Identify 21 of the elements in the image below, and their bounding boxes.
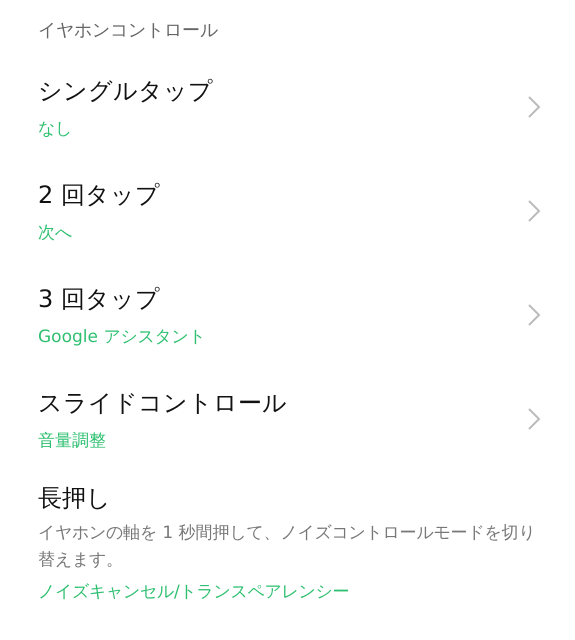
chevron-right-icon (527, 199, 541, 223)
row-title: シングルタップ (38, 76, 214, 106)
row-value: Google アシスタント (38, 326, 206, 348)
settings-row[interactable]: 長押し イヤホンの軸を 1 秒間押して、ノイズコントロールモードを切り替えます。 ノイズキャンセル/トランスペアレンシー (0, 462, 575, 604)
row-value: なし (38, 118, 73, 140)
row-title: 長押し (38, 483, 112, 514)
chevron-right-icon (527, 303, 541, 327)
settings-row[interactable]: 3 回タップ Google アシスタント (0, 254, 575, 358)
section-header: イヤホンコントロール (37, 19, 219, 43)
row-description: イヤホンの軸を 1 秒間押して、ノイズコントロールモードを切り替えます。 (38, 522, 537, 572)
settings-row[interactable]: シングルタップ なし (0, 46, 575, 150)
row-value: 次へ (38, 222, 73, 244)
row-title: 2 回タップ (38, 180, 161, 210)
row-value: 音量調整 (38, 430, 107, 452)
row-value: ノイズキャンセル/トランスペアレンシー (38, 581, 351, 604)
chevron-right-icon (527, 407, 541, 431)
chevron-right-icon (527, 95, 541, 119)
settings-row[interactable]: スライドコントロール 音量調整 (0, 358, 575, 462)
row-title: スライドコントロール (38, 388, 288, 418)
row-title: 3 回タップ (38, 284, 161, 314)
settings-row[interactable]: 2 回タップ 次へ (0, 150, 575, 254)
